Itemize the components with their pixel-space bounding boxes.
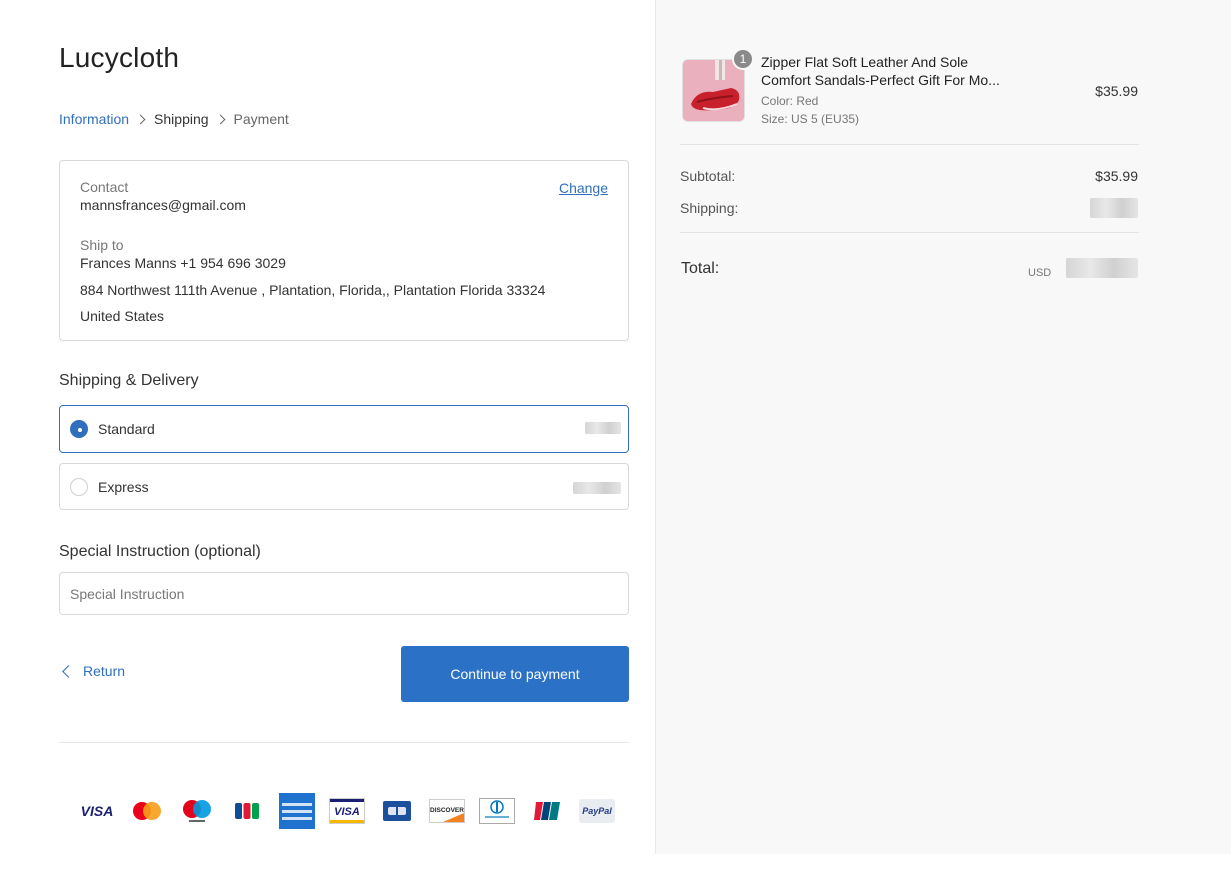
- express-label: Express: [98, 479, 149, 495]
- radio-standard[interactable]: [70, 420, 88, 438]
- product-thumbnail: [682, 59, 745, 122]
- visa-icon: VISA: [78, 793, 116, 829]
- shipping-value-redacted: [1090, 198, 1138, 218]
- svg-text:VISA: VISA: [334, 806, 360, 818]
- subtotal-value: $35.99: [1095, 168, 1138, 184]
- contact-email: mannsfrances@gmail.com: [80, 197, 246, 213]
- ship-to-name-phone: Frances Manns +1 954 696 3029: [80, 255, 286, 271]
- total-label: Total:: [681, 260, 720, 277]
- breadcrumb-shipping: Shipping: [154, 111, 209, 127]
- divider: [680, 232, 1139, 233]
- jcb-icon: [230, 793, 264, 829]
- ship-to-country: United States: [80, 308, 165, 324]
- chevron-right-icon: [135, 114, 146, 124]
- ship-to-label: Ship to: [80, 237, 124, 253]
- breadcrumb: Information Shipping Payment: [59, 111, 289, 127]
- visa-electron-icon: VISA: [328, 793, 366, 829]
- contact-label: Contact: [80, 179, 129, 195]
- paypal-icon: PayPal: [578, 793, 616, 829]
- store-logo[interactable]: Lucycloth: [59, 42, 179, 74]
- discover-icon: DISCOVER: [428, 793, 466, 829]
- diners-club-icon: [478, 793, 516, 829]
- quantity-badge: 1: [732, 48, 754, 70]
- shipping-option-express[interactable]: Express: [59, 463, 629, 510]
- ship-to-address: 884 Northwest 111th Avenue , Plantation,…: [80, 282, 546, 298]
- chevron-right-icon: [215, 114, 225, 124]
- breadcrumb-payment: Payment: [233, 111, 289, 127]
- product-price: $35.99: [1095, 83, 1138, 99]
- review-box: Contact Change mannsfrances@gmail.com Sh…: [59, 160, 629, 341]
- product-name: Zipper Flat Soft Leather And Sole Comfor…: [761, 54, 1000, 88]
- standard-price-redacted: [585, 422, 621, 434]
- subtotal-label: Subtotal:: [680, 168, 736, 184]
- return-link[interactable]: Return: [61, 663, 125, 679]
- divider: [59, 742, 629, 743]
- cb-icon: [380, 793, 414, 829]
- continue-to-payment-button[interactable]: Continue to payment: [401, 646, 629, 702]
- amex-icon: [278, 793, 316, 829]
- shipping-option-standard[interactable]: Standard: [59, 405, 629, 453]
- special-instruction-input[interactable]: [59, 572, 629, 615]
- radio-express[interactable]: [70, 478, 88, 496]
- unionpay-icon: [530, 793, 564, 829]
- order-summary: 1 Zipper Flat Soft Leather And Sole Comf…: [655, 0, 1231, 854]
- svg-text:VISA: VISA: [81, 804, 114, 818]
- mastercard-icon: [128, 793, 166, 829]
- payment-icons: VISA VISA DISCOVER PayPal: [78, 793, 618, 829]
- standard-label: Standard: [98, 421, 155, 437]
- checkout-page: Lucycloth Information Shipping Payment C…: [0, 0, 1231, 876]
- chevron-left-icon: [62, 664, 75, 678]
- checkout-main: Lucycloth Information Shipping Payment C…: [0, 0, 655, 876]
- breadcrumb-information[interactable]: Information: [59, 111, 129, 127]
- product-size: Size: US 5 (EU35): [761, 112, 860, 126]
- maestro-icon: [178, 793, 216, 829]
- shipping-title: Shipping & Delivery: [59, 372, 199, 389]
- divider: [680, 144, 1139, 145]
- change-contact-link[interactable]: Change: [559, 180, 608, 196]
- shipping-label: Shipping:: [680, 200, 739, 216]
- express-price-redacted: [573, 482, 621, 494]
- instruction-title: Special Instruction (optional): [59, 543, 261, 560]
- total-value-redacted: [1066, 258, 1138, 278]
- return-label: Return: [83, 663, 126, 679]
- svg-text:PayPal: PayPal: [582, 806, 612, 816]
- product-color: Color: Red: [761, 94, 819, 108]
- currency-code: USD: [1028, 267, 1052, 279]
- sandal-image: [683, 60, 744, 121]
- svg-text:DISCOVER: DISCOVER: [430, 807, 464, 814]
